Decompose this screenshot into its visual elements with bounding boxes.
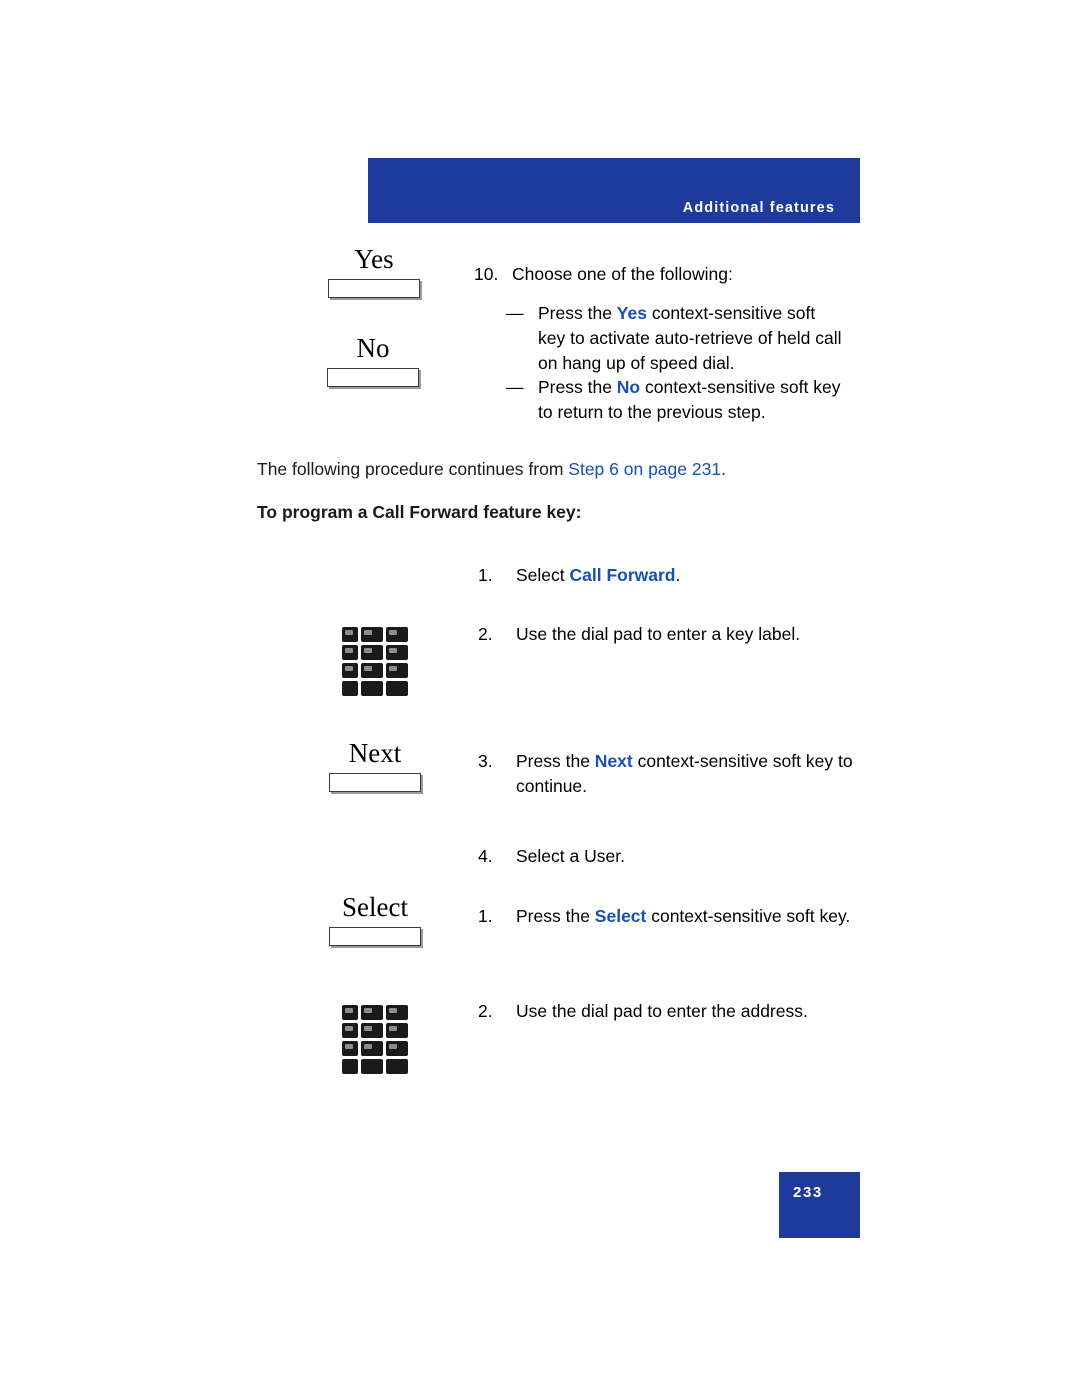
dial-pad-key — [386, 1023, 408, 1038]
procedure-step-3-pre: Press the — [516, 751, 595, 771]
dial-pad-key — [386, 681, 408, 696]
procedure-step-3-key: Next — [594, 751, 633, 771]
procedure-step-3-number: 3. — [478, 751, 493, 771]
bullet-no-text: Press the No context-sensitive soft key … — [538, 375, 846, 425]
dial-pad-icon-2 — [342, 1005, 414, 1085]
softkey-next-label: Next — [348, 738, 402, 768]
procedure-substep-1: 1. Press the Select context-sensitive so… — [478, 904, 858, 929]
procedure-step-1-number: 1. — [478, 565, 493, 585]
softkey-yes: Yes — [328, 246, 420, 298]
dial-pad-key — [386, 1041, 408, 1056]
step-10-bullet-no: — Press the No context-sensitive soft ke… — [506, 375, 846, 425]
softkey-select-label: Select — [342, 892, 408, 922]
bullet-yes-text: Press the Yes context-sensitive soft key… — [538, 301, 846, 376]
continuation-post: . — [721, 459, 726, 479]
softkey-next: Next — [329, 740, 421, 792]
dial-pad-key — [361, 663, 383, 678]
dial-pad-key — [342, 645, 358, 660]
bullet-no-key: No — [616, 377, 641, 397]
step-10-text: Choose one of the following: — [512, 264, 733, 284]
dial-pad-key — [361, 1005, 383, 1020]
bullet-yes-pre: Press the — [538, 303, 617, 323]
procedure-substep-2-number: 2. — [478, 1001, 493, 1021]
procedure-substep-1-text: Press the Select context-sensitive soft … — [516, 904, 850, 929]
procedure-substep-1-number: 1. — [478, 906, 493, 926]
procedure-substep-1-post: context-sensitive soft key. — [646, 906, 851, 926]
dial-pad-key — [386, 1059, 408, 1074]
dial-pad-icon — [342, 627, 414, 707]
step-10-bullet-yes: — Press the Yes context-sensitive soft k… — [506, 301, 846, 376]
dial-pad-row — [342, 627, 414, 642]
dial-pad-key — [361, 1041, 383, 1056]
page-header-banner: Additional features — [368, 158, 860, 223]
dial-pad-row — [342, 681, 414, 696]
dial-pad-key — [342, 627, 358, 642]
procedure-step-1-pre: Select — [516, 565, 570, 585]
dial-pad-row — [342, 1023, 414, 1038]
dial-pad-key — [361, 627, 383, 642]
softkey-next-button[interactable] — [329, 773, 421, 792]
softkey-select-button[interactable] — [329, 927, 421, 946]
softkey-select: Select — [329, 894, 421, 946]
step-10-number: 10. — [474, 264, 499, 284]
dial-pad-row — [342, 663, 414, 678]
procedure-step-2-number: 2. — [478, 624, 493, 644]
dial-pad-key — [361, 645, 383, 660]
procedure-step-1-key: Call Forward — [569, 565, 676, 585]
dial-pad-key — [342, 681, 358, 696]
softkey-no-button[interactable] — [327, 368, 419, 387]
continuation-sentence: The following procedure continues from S… — [257, 457, 857, 482]
page-number-box: 233 — [779, 1172, 860, 1238]
continuation-link[interactable]: Step 6 on page 231 — [568, 459, 721, 479]
dial-pad-row — [342, 1059, 414, 1074]
dial-pad-key — [342, 1005, 358, 1020]
dial-pad-key — [386, 1005, 408, 1020]
procedure-step-2-text: Use the dial pad to enter a key label. — [516, 624, 801, 644]
procedure-substep-2-text: Use the dial pad to enter the address. — [516, 1001, 808, 1021]
dial-pad-row — [342, 1005, 414, 1020]
bullet-dash-icon-2: — — [506, 377, 524, 397]
step-10: 10. Choose one of the following: — [474, 262, 854, 287]
dial-pad-row — [342, 645, 414, 660]
dial-pad-key — [361, 681, 383, 696]
procedure-substep-1-key: Select — [594, 906, 647, 926]
bullet-yes-key: Yes — [616, 303, 647, 323]
procedure-step-1-text: Select Call Forward. — [516, 563, 680, 588]
softkey-yes-label: Yes — [354, 244, 394, 274]
softkey-no-label: No — [356, 333, 390, 363]
procedure-step-3: 3. Press the Next context-sensitive soft… — [478, 749, 858, 799]
section-title: To program a Call Forward feature key: — [257, 502, 582, 522]
dial-pad-key — [386, 627, 408, 642]
softkey-yes-button[interactable] — [328, 279, 420, 298]
dial-pad-key — [342, 1041, 358, 1056]
dial-pad-key — [342, 663, 358, 678]
dial-pad-key — [342, 1023, 358, 1038]
procedure-substep-1-pre: Press the — [516, 906, 595, 926]
procedure-step-2: 2. Use the dial pad to enter a key label… — [478, 622, 858, 647]
procedure-step-4-number: 4. — [478, 846, 493, 866]
bullet-no-pre: Press the — [538, 377, 617, 397]
procedure-step-1-post: . — [675, 565, 681, 585]
procedure-step-4-text: Select a User. — [516, 846, 625, 866]
dial-pad-row — [342, 1041, 414, 1056]
dial-pad-key — [342, 1059, 358, 1074]
page-number: 233 — [793, 1184, 823, 1201]
bullet-dash-icon: — — [506, 303, 524, 323]
softkey-no: No — [327, 335, 419, 387]
dial-pad-key — [361, 1059, 383, 1074]
dial-pad-key — [361, 1023, 383, 1038]
dial-pad-key — [386, 645, 408, 660]
continuation-pre: The following procedure continues from — [257, 459, 569, 479]
dial-pad-key — [386, 663, 408, 678]
procedure-step-4: 4. Select a User. — [478, 844, 858, 869]
procedure-step-1: 1. Select Call Forward. — [478, 563, 858, 588]
procedure-step-3-text: Press the Next context-sensitive soft ke… — [516, 749, 858, 799]
procedure-substep-2: 2. Use the dial pad to enter the address… — [478, 999, 858, 1024]
header-title: Additional features — [682, 200, 835, 216]
